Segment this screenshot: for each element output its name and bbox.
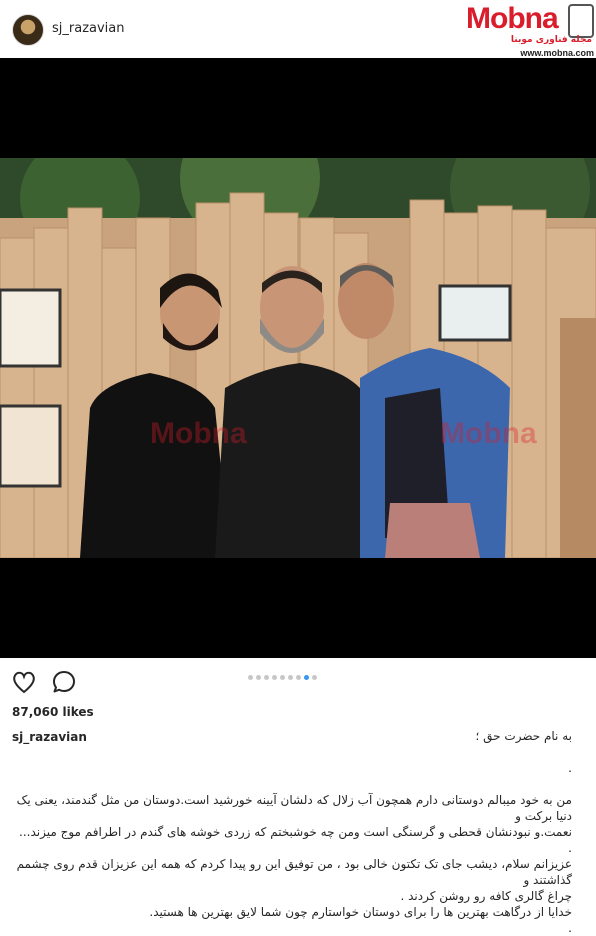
photo-illustration: Mobna Mobna [0, 158, 596, 558]
post-header: sj_razavian Mobna مجله فناوری موبنا www.… [0, 0, 596, 58]
carousel-dot[interactable] [256, 675, 261, 680]
carousel-dot[interactable] [280, 675, 285, 680]
phone-icon [568, 4, 594, 38]
heart-icon[interactable] [10, 668, 38, 696]
watermark-logo: Mobna مجله فناوری موبنا www.mobna.com [464, 2, 596, 58]
caption-line: عزیزانم سلام، دیشب جای تک تکتون خالی بود… [16, 857, 572, 887]
header-username[interactable]: sj_razavian [52, 21, 125, 36]
logo-tagline: مجله فناوری موبنا [510, 35, 592, 45]
post-actions [0, 666, 596, 698]
caption-line: نعمت.و نبودنشان قحطی و گرسنگی است ومن چه… [19, 825, 572, 839]
caption-line: چراغ گالری کافه رو روشن کردند . [400, 889, 573, 903]
carousel-indicator[interactable] [248, 675, 320, 681]
carousel-dot[interactable] [248, 675, 253, 680]
caption-line: . [568, 841, 572, 855]
svg-text:Mobna: Mobna [440, 417, 537, 450]
logo-url: www.mobna.com [520, 48, 594, 58]
caption-line: خدایا از درگاهت بهترین ها را برای دوستان… [149, 905, 572, 919]
avatar[interactable] [12, 14, 44, 46]
post-caption: به نام حضرت حق ؛ . من به خود میبالم دوست… [12, 728, 572, 936]
post-photo: Mobna Mobna [0, 158, 596, 558]
likes-count[interactable]: 87,060 likes [12, 705, 94, 719]
caption-line: به نام حضرت حق ؛ [475, 729, 572, 743]
carousel-dot[interactable] [312, 675, 317, 680]
logo-name: Mobna [466, 2, 559, 35]
caption-line: . [568, 761, 572, 775]
carousel-dot-active[interactable] [304, 675, 309, 680]
carousel-dot[interactable] [264, 675, 269, 680]
carousel-dot[interactable] [272, 675, 277, 680]
svg-text:Mobna: Mobna [150, 417, 247, 450]
comment-icon[interactable] [50, 668, 78, 696]
post-media[interactable]: Mobna Mobna [0, 58, 596, 658]
caption-line: من به خود میبالم دوستانی دارم همچون آب ز… [16, 793, 572, 823]
carousel-dot[interactable] [296, 675, 301, 680]
carousel-dot[interactable] [288, 675, 293, 680]
caption-line: . [568, 921, 572, 935]
